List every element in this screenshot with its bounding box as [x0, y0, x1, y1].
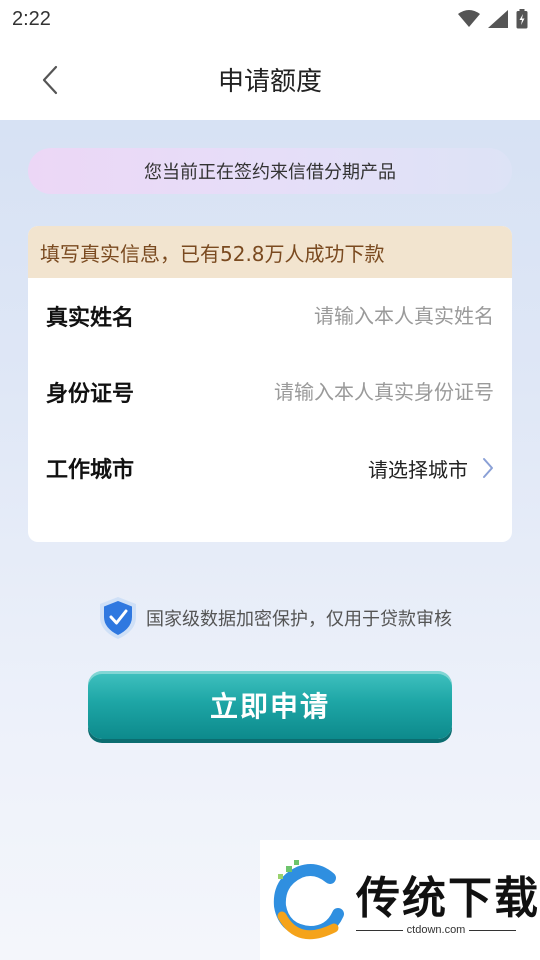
watermark-divider-right	[469, 929, 517, 931]
id-number-input[interactable]	[224, 380, 494, 404]
city-select[interactable]: 请选择城市	[368, 454, 494, 483]
watermark-title: 传统下载	[356, 873, 540, 924]
watermark: 传统下载 ctdown.com	[260, 840, 540, 960]
work-city-label: 工作城市	[46, 458, 135, 483]
city-row: 工作城市 请选择城市	[28, 430, 512, 506]
shield-check-icon	[100, 597, 136, 639]
watermark-divider-left	[356, 929, 403, 931]
product-notice: 您当前正在签约来信借分期产品	[28, 148, 512, 194]
city-select-value: 请选择城市	[368, 457, 468, 482]
id-row: 身份证号	[28, 354, 512, 430]
application-form-card: 填写真实信息，已有52.8万人成功下款 真实姓名 身份证号 工作城市 请选择城市	[28, 226, 512, 542]
battery-charging-icon	[516, 9, 528, 29]
id-number-label: 身份证号	[46, 382, 135, 407]
name-label: 真实姓名	[46, 306, 135, 331]
apply-button[interactable]: 立即申请	[88, 671, 452, 739]
watermark-logo-icon	[273, 860, 344, 940]
name-row: 真实姓名	[28, 278, 512, 354]
status-bar: 2:22	[0, 0, 540, 38]
page-title: 申请额度	[217, 66, 322, 97]
wifi-icon	[458, 10, 480, 27]
signal-icon	[488, 10, 508, 28]
name-input[interactable]	[254, 304, 494, 328]
security-notice: 国家级数据加密保护，仅用于贷款审核	[96, 596, 456, 640]
watermark-url-line: ctdown.com	[356, 922, 517, 938]
status-icons	[458, 9, 528, 29]
status-time: 2:22	[12, 7, 51, 30]
back-button[interactable]	[30, 60, 70, 100]
security-text: 国家级数据加密保护，仅用于贷款审核	[146, 609, 452, 630]
header: 申请额度	[0, 38, 540, 120]
watermark-url: ctdown.com	[406, 924, 466, 936]
chevron-right-icon	[483, 458, 493, 478]
form-banner: 填写真实信息，已有52.8万人成功下款	[28, 226, 512, 278]
chevron-left-icon	[42, 65, 58, 95]
